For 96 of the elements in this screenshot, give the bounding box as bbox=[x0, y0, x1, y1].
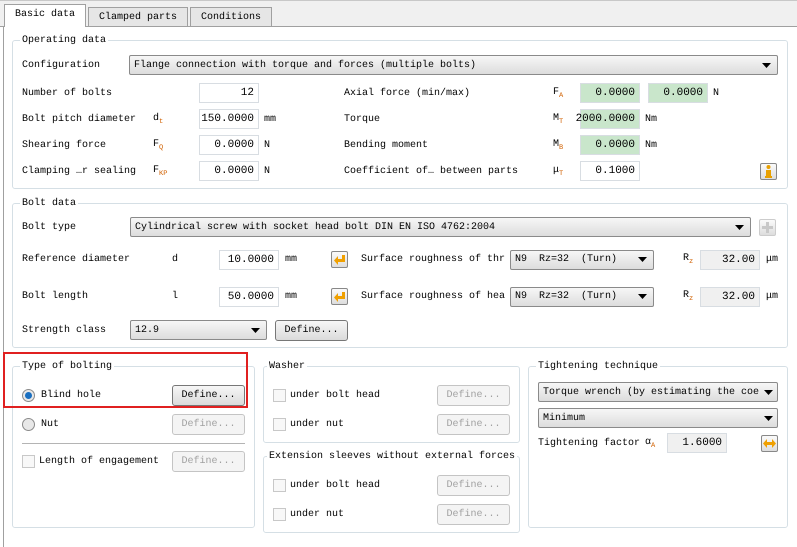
field-label: Configuration bbox=[22, 60, 102, 70]
checkbox-label: under bolt head bbox=[290, 480, 380, 490]
unit-label: Nm bbox=[645, 140, 658, 150]
symbol-label: μ$_{T}$ bbox=[553, 164, 564, 176]
number-input[interactable]: 0.0000 bbox=[199, 135, 259, 155]
field-label: Number of bolts bbox=[22, 88, 114, 98]
field-label: Strength class bbox=[22, 324, 108, 336]
define-button[interactable]: Define... bbox=[172, 384, 245, 406]
number-input[interactable]: 50.0000 bbox=[219, 286, 279, 306]
unit-label: N bbox=[264, 166, 270, 176]
symbol-label: F$_{KP}$ bbox=[153, 164, 168, 176]
field-label: Bolt type bbox=[22, 222, 78, 232]
field-label: Torque bbox=[344, 114, 382, 124]
group-title: Tightening technique bbox=[537, 361, 660, 372]
unit-label: mm bbox=[285, 291, 298, 302]
tab[interactable]: Conditions bbox=[190, 7, 272, 26]
symbol-label: M$_{T}$ bbox=[553, 112, 564, 124]
group-title: Bolt data bbox=[21, 198, 78, 209]
checkbox[interactable] bbox=[273, 418, 286, 430]
unit-label: mm bbox=[285, 254, 298, 265]
checkbox-label: Length of engagement bbox=[39, 456, 160, 466]
radio-button[interactable] bbox=[22, 388, 35, 402]
radio-label: Nut bbox=[41, 418, 60, 430]
unit-label: Nm bbox=[645, 114, 658, 124]
dropdown-arrow-icon bbox=[762, 62, 771, 68]
tightening-level-dropdown[interactable]: Minimum bbox=[538, 408, 778, 428]
return-arrow-icon bbox=[334, 292, 345, 302]
checkbox-label: under nut bbox=[290, 418, 344, 430]
symbol-label: d$_{t}$ bbox=[153, 112, 164, 124]
swap-button[interactable] bbox=[761, 434, 778, 452]
checkbox[interactable] bbox=[273, 478, 286, 492]
apply-button[interactable] bbox=[331, 288, 348, 305]
number-input[interactable]: 150.0000 bbox=[199, 109, 259, 129]
number-input[interactable]: 12 bbox=[199, 83, 259, 103]
field-label: Surface roughness of thr bbox=[361, 254, 506, 265]
checkbox-label: under nut bbox=[290, 508, 344, 520]
unit-label: μm bbox=[766, 254, 778, 265]
symbol-label: l bbox=[172, 291, 178, 302]
radio-button[interactable] bbox=[22, 418, 35, 430]
dropdown-arrow-icon bbox=[764, 390, 773, 394]
field-label: Surface roughness of hea bbox=[361, 291, 506, 302]
dropdown-arrow-icon bbox=[638, 294, 647, 299]
field-label: Shearing force bbox=[22, 140, 108, 150]
configuration-dropdown[interactable]: Flange connection with torque and forces (multiple bolts) bbox=[129, 55, 778, 75]
group-title: Type of bolting bbox=[21, 361, 114, 372]
symbol-label: α$_{A}$ bbox=[645, 436, 656, 448]
symbol-label: M$_{B}$ bbox=[553, 138, 564, 150]
symbol-label: R$_{z}$ bbox=[683, 290, 694, 301]
roughness-dropdown[interactable]: N9 Rz=32 (Turn) bbox=[510, 250, 654, 270]
radio-label: Blind hole bbox=[41, 390, 102, 400]
symbol-label: F$_{A}$ bbox=[553, 86, 564, 98]
apply-button[interactable] bbox=[331, 251, 348, 268]
tightening-method-dropdown[interactable]: Torque wrench (by estimating the coe bbox=[538, 382, 778, 402]
group-title: Extension sleeves without external forces bbox=[268, 451, 516, 462]
symbol-label: d bbox=[172, 254, 178, 265]
return-arrow-icon bbox=[334, 254, 345, 264]
number-input[interactable]: 0.0000 bbox=[580, 135, 640, 155]
unit-label: mm bbox=[264, 114, 276, 124]
field-label: Clamping …r sealing bbox=[22, 166, 138, 176]
info-icon bbox=[764, 164, 773, 178]
dropdown-arrow-icon bbox=[735, 224, 744, 230]
define-button[interactable]: Define... bbox=[275, 320, 348, 340]
number-input[interactable]: 0.0000 bbox=[199, 161, 259, 181]
tab[interactable]: Clamped parts bbox=[88, 7, 188, 26]
dropdown-arrow-icon bbox=[764, 416, 773, 420]
group-title: Washer bbox=[268, 361, 306, 372]
strength-class-dropdown[interactable]: 12.9 bbox=[130, 320, 267, 340]
unit-label: N bbox=[713, 88, 720, 98]
field-label: Axial force (min/max) bbox=[344, 88, 472, 98]
field-label: Bending moment bbox=[344, 140, 430, 150]
info-button[interactable] bbox=[760, 162, 777, 180]
dropdown-arrow-icon bbox=[251, 328, 260, 332]
symbol-label: F$_{Q}$ bbox=[153, 138, 164, 150]
field-label: Coefficient of… between parts bbox=[344, 166, 520, 176]
field-label: Tightening factor bbox=[538, 438, 640, 448]
number-input[interactable]: 10.0000 bbox=[219, 250, 279, 270]
roughness-dropdown[interactable]: N9 Rz=32 (Turn) bbox=[510, 286, 654, 306]
plus-icon bbox=[762, 222, 773, 232]
checkbox[interactable] bbox=[273, 388, 286, 402]
tab[interactable]: Basic data bbox=[4, 4, 86, 27]
group-title: Operating data bbox=[21, 35, 108, 46]
unit-label: μm bbox=[766, 291, 778, 302]
checkbox[interactable] bbox=[22, 454, 35, 468]
number-input[interactable]: 0.0000 bbox=[580, 83, 640, 103]
dropdown-arrow-icon bbox=[638, 257, 647, 262]
field-label: Bolt pitch diameter bbox=[22, 114, 138, 124]
checkbox[interactable] bbox=[273, 508, 286, 520]
number-input[interactable]: 0.0000 bbox=[648, 83, 708, 103]
checkbox-label: under bolt head bbox=[290, 390, 380, 400]
number-input[interactable]: 0.1000 bbox=[580, 161, 640, 181]
bolt-type-dropdown[interactable]: Cylindrical screw with socket head bolt DIN EN ISO 4762:2004 bbox=[130, 217, 751, 237]
unit-label: N bbox=[264, 140, 270, 150]
field-label: Reference diameter bbox=[22, 254, 132, 265]
field-label: Bolt length bbox=[22, 291, 90, 302]
double-arrow-icon bbox=[763, 438, 776, 448]
symbol-label: R$_{z}$ bbox=[683, 253, 694, 264]
